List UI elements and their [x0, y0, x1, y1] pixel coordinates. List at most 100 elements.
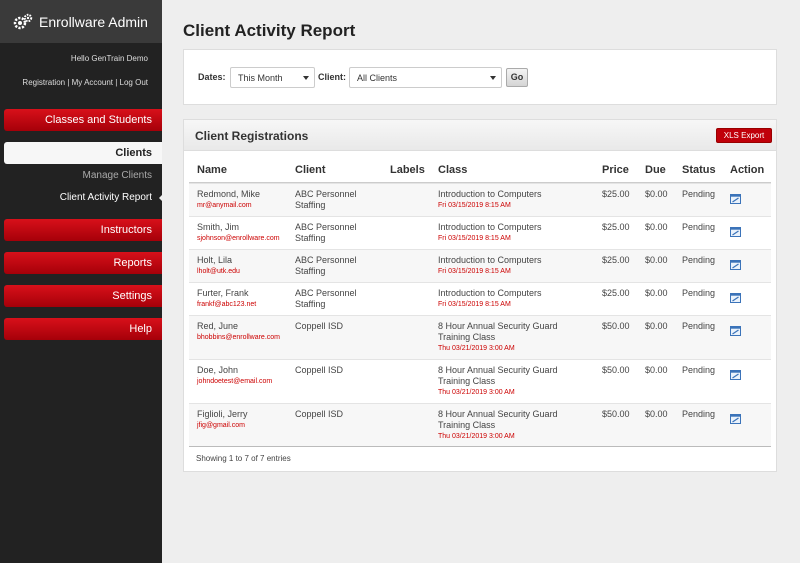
table-row: Furter, Frank frankf@abc123.net ABC Pers… — [189, 282, 771, 315]
logout-link[interactable]: Log Out — [120, 78, 148, 87]
status-cell: Pending — [682, 222, 716, 232]
class-name: 8 Hour Annual Security Guard Training Cl… — [438, 365, 558, 386]
brand-bar[interactable]: Enrollware Admin — [0, 0, 162, 43]
dates-select-value: This Month — [238, 73, 283, 83]
user-greeting: Hello GenTrain Demo — [70, 54, 148, 63]
registrant-name[interactable]: Furter, Frank — [197, 288, 249, 298]
edit-icon[interactable] — [730, 414, 741, 424]
name-cell: Holt, Lila lholt@utk.edu — [197, 255, 240, 277]
dates-label: Dates: — [198, 72, 226, 82]
due-cell: $0.00 — [645, 189, 668, 199]
app-title: Enrollware Admin — [39, 13, 148, 30]
registrant-name[interactable]: Smith, Jim — [197, 222, 239, 232]
nav-instructors[interactable]: Instructors — [4, 219, 162, 241]
price-cell: $50.00 — [602, 321, 630, 331]
edit-icon[interactable] — [730, 227, 741, 237]
class-date: Fri 03/15/2019 8:15 AM — [438, 235, 511, 242]
registrant-name[interactable]: Red, June — [197, 321, 238, 331]
due-cell: $0.00 — [645, 365, 668, 375]
dates-select[interactable]: This Month — [230, 67, 315, 88]
name-cell: Doe, John johndoetest@email.com — [197, 365, 272, 387]
class-cell: 8 Hour Annual Security Guard Training Cl… — [438, 409, 578, 442]
column-header-labels[interactable]: Labels — [390, 164, 425, 176]
price-cell: $25.00 — [602, 288, 630, 298]
chevron-down-icon — [303, 76, 309, 80]
column-header-status[interactable]: Status — [682, 164, 716, 176]
table-info: Showing 1 to 7 of 7 entries — [196, 454, 291, 463]
class-name: Introduction to Computers — [438, 222, 542, 232]
edit-icon[interactable] — [730, 293, 741, 303]
table-row: Holt, Lila lholt@utk.edu ABC Personnel S… — [189, 249, 771, 282]
registration-link[interactable]: Registration — [22, 78, 65, 87]
client-cell: Coppell ISD — [295, 365, 344, 375]
client-cell: ABC Personnel Staffing — [295, 288, 357, 309]
class-date: Thu 03/21/2019 3:00 AM — [438, 345, 515, 352]
page-title: Client Activity Report — [183, 21, 356, 40]
price-cell: $25.00 — [602, 222, 630, 232]
nav-reports[interactable]: Reports — [4, 252, 162, 274]
table-row: Red, June bhobbins@enrollware.com Coppel… — [189, 315, 771, 359]
price-cell: $25.00 — [602, 189, 630, 199]
class-name: Introduction to Computers — [438, 288, 542, 298]
registrant-email: johndoetest@email.com — [197, 378, 273, 385]
client-label: Client: — [318, 72, 346, 82]
client-cell: ABC Personnel Staffing — [295, 255, 357, 276]
registrant-name[interactable]: Doe, John — [197, 365, 238, 375]
price-cell: $25.00 — [602, 255, 630, 265]
nav-client-activity-report[interactable]: Client Activity Report — [0, 189, 163, 207]
edit-icon[interactable] — [730, 260, 741, 270]
client-cell: Coppell ISD — [295, 321, 344, 331]
column-header-price[interactable]: Price — [602, 164, 629, 176]
registrant-email: lholt@utk.edu — [197, 268, 240, 275]
registrant-name[interactable]: Redmond, Mike — [197, 189, 260, 199]
edit-icon[interactable] — [730, 326, 741, 336]
due-cell: $0.00 — [645, 288, 668, 298]
table-row: Doe, John johndoetest@email.com Coppell … — [189, 359, 771, 403]
nav-help[interactable]: Help — [4, 318, 162, 340]
class-cell: Introduction to Computers Fri 03/15/2019… — [438, 255, 578, 277]
client-cell: Coppell ISD — [295, 409, 344, 419]
nav-settings[interactable]: Settings — [4, 285, 162, 307]
column-header-name[interactable]: Name — [197, 164, 227, 176]
xls-export-button[interactable]: XLS Export — [716, 128, 772, 143]
registrant-name[interactable]: Figlioli, Jerry — [197, 409, 248, 419]
class-date: Thu 03/21/2019 3:00 AM — [438, 433, 515, 440]
registrant-email: sjohnson@enrollware.com — [197, 235, 280, 242]
class-name: 8 Hour Annual Security Guard Training Cl… — [438, 409, 558, 430]
class-cell: 8 Hour Annual Security Guard Training Cl… — [438, 365, 578, 398]
status-cell: Pending — [682, 409, 716, 419]
due-cell: $0.00 — [645, 255, 668, 265]
table-row: Redmond, Mike mr@anymail.com ABC Personn… — [189, 183, 771, 216]
account-links: Registration | My Account | Log Out — [0, 71, 162, 101]
column-header-action[interactable]: Action — [730, 164, 764, 176]
class-date: Fri 03/15/2019 8:15 AM — [438, 268, 511, 275]
registrant-name[interactable]: Holt, Lila — [197, 255, 232, 265]
column-header-client[interactable]: Client — [295, 164, 326, 176]
status-cell: Pending — [682, 365, 716, 375]
client-select[interactable]: All Clients — [349, 67, 502, 88]
status-cell: Pending — [682, 321, 716, 331]
nav-clients[interactable]: Clients — [4, 142, 162, 164]
panel-header: Client Registrations XLS Export — [184, 120, 776, 151]
edit-icon[interactable] — [730, 194, 741, 204]
edit-icon[interactable] — [730, 370, 741, 380]
due-cell: $0.00 — [645, 222, 668, 232]
registrant-email: frankf@abc123.net — [197, 301, 257, 308]
price-cell: $50.00 — [602, 409, 630, 419]
name-cell: Red, June bhobbins@enrollware.com — [197, 321, 280, 343]
panel-title: Client Registrations — [195, 129, 309, 143]
class-cell: Introduction to Computers Fri 03/15/2019… — [438, 189, 578, 211]
name-cell: Redmond, Mike mr@anymail.com — [197, 189, 260, 211]
nav-classes-students[interactable]: Classes and Students — [4, 109, 162, 131]
client-cell: ABC Personnel Staffing — [295, 189, 357, 210]
nav-manage-clients[interactable]: Manage Clients — [0, 167, 162, 185]
column-header-class[interactable]: Class — [438, 164, 467, 176]
chevron-down-icon — [490, 76, 496, 80]
due-cell: $0.00 — [645, 321, 668, 331]
my-account-link[interactable]: My Account — [72, 78, 113, 87]
table-row: Smith, Jim sjohnson@enrollware.com ABC P… — [189, 216, 771, 249]
column-header-due[interactable]: Due — [645, 164, 666, 176]
class-date: Thu 03/21/2019 3:00 AM — [438, 389, 515, 396]
table-bottom-divider — [189, 446, 771, 447]
go-button[interactable]: Go — [506, 68, 528, 87]
